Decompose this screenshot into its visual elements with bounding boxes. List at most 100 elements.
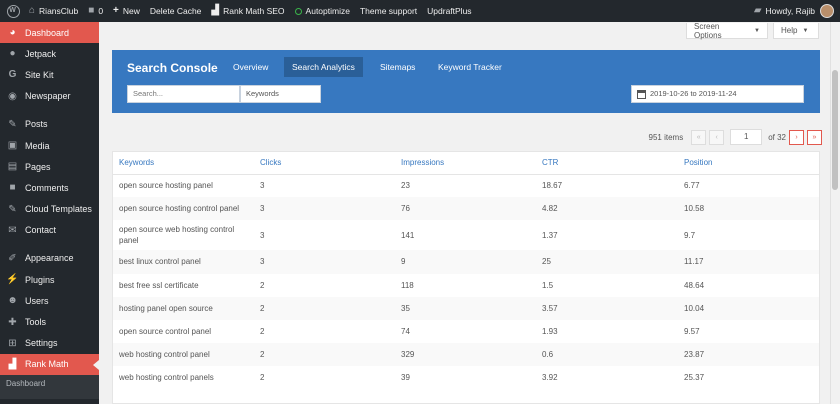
- theme-support-link[interactable]: Theme support: [355, 0, 422, 22]
- sidebar-item-pages[interactable]: ▤ Pages: [0, 156, 99, 177]
- table-row: best free ssl certificate 2 118 1.5 48.6…: [113, 274, 819, 297]
- clicks-cell: 3: [260, 181, 265, 191]
- scrollbar-thumb[interactable]: [832, 70, 838, 190]
- sidebar-item-cloud-templates[interactable]: ✎ Cloud Templates: [0, 199, 99, 220]
- impressions-cell: 329: [395, 343, 536, 367]
- search-console-header: Search Console Overview Search Analytics…: [112, 50, 820, 113]
- user-account-menu[interactable]: Howdy, Rajib: [766, 0, 840, 22]
- position-cell: 6.77: [684, 181, 700, 191]
- keyword-cell: hosting panel open source: [113, 296, 254, 320]
- notification-icon[interactable]: ▰: [750, 0, 766, 22]
- rank-math-seo-link[interactable]: ▟ Rank Math SEO: [206, 0, 289, 22]
- column-impressions[interactable]: Impressions: [395, 152, 536, 175]
- sidebar-submenu-dashboard[interactable]: Dashboard: [0, 375, 99, 399]
- impressions-cell: 23: [401, 181, 410, 191]
- keyword-cell: best free ssl certificate: [119, 280, 199, 290]
- ctr-cell: 1.5: [542, 280, 554, 290]
- sidebar-item-jetpack[interactable]: ● Jetpack: [0, 43, 99, 64]
- current-page-input[interactable]: 1: [730, 129, 763, 145]
- impressions-cell: 9: [395, 250, 536, 274]
- first-page-button[interactable]: «: [691, 129, 707, 145]
- admin-bar: ⌂RiansClub ■0 +New Delete Cache ▟Rank Ma…: [0, 0, 840, 22]
- keyword-cell: web hosting control panels: [119, 373, 214, 383]
- clicks-cell: 2: [254, 296, 395, 320]
- table-row: open source web hosting control panel 3 …: [113, 220, 819, 250]
- ctr-cell: 1.37: [542, 230, 558, 240]
- table-row: open source hosting control panel 3 76 4…: [113, 197, 819, 221]
- items-count: 951 items: [648, 132, 684, 142]
- ctr-cell: 18.67: [542, 181, 563, 191]
- impressions-cell: 76: [395, 197, 536, 221]
- site-name-link[interactable]: ⌂ RiansClub: [24, 0, 83, 22]
- page-title: Search Console: [127, 61, 218, 75]
- search-input[interactable]: Search...: [127, 85, 240, 103]
- tab-keyword-tracker[interactable]: Keyword Tracker: [430, 57, 510, 77]
- sidebar-item-newspaper[interactable]: ◉ Newspaper: [0, 86, 99, 107]
- updraftplus-link[interactable]: UpdraftPlus: [422, 0, 476, 22]
- sidebar-item-posts[interactable]: ✎ Posts: [0, 114, 99, 135]
- autoptimize-link[interactable]: Autoptimize: [290, 0, 355, 22]
- sidebar-item-plugins[interactable]: ⚡ Plugins: [0, 269, 99, 290]
- screen-options-button[interactable]: Screen Options ▼: [686, 22, 768, 40]
- column-position[interactable]: Position: [678, 152, 819, 175]
- delete-cache-link[interactable]: Delete Cache: [145, 0, 207, 22]
- comments-link[interactable]: ■ 0: [83, 0, 108, 22]
- jetpack-icon: ●: [9, 48, 16, 60]
- chart-icon: ▟: [8, 358, 17, 370]
- sidebar-item-settings[interactable]: ⊞ Settings: [0, 333, 99, 354]
- caret-down-icon: ▼: [754, 27, 760, 34]
- keywords-select[interactable]: Keywords: [240, 85, 321, 103]
- keyword-cell: open source web hosting control panel: [119, 225, 235, 246]
- impressions-cell: 141: [401, 230, 415, 240]
- ctr-cell: 4.82: [536, 197, 678, 221]
- ctr-cell: 3.57: [536, 296, 678, 320]
- sidebar-item-appearance[interactable]: ✐ Appearance: [0, 248, 99, 269]
- impressions-cell: 35: [395, 296, 536, 320]
- sidebar-item-comments[interactable]: ■ Comments: [0, 177, 99, 198]
- pages-icon: ▤: [7, 161, 18, 173]
- keyword-cell: open source hosting panel: [119, 181, 213, 191]
- admin-sidebar: ◕ Dashboard ● Jetpack G Site Kit ◉ Newspaper…: [0, 22, 99, 404]
- prev-page-button[interactable]: ‹: [709, 129, 725, 145]
- sidebar-item-rank-math[interactable]: ▟ Rank Math: [0, 353, 99, 375]
- keyword-cell: best linux control panel: [113, 250, 254, 274]
- column-keywords[interactable]: Keywords: [113, 152, 254, 175]
- table-row: open source hosting panel 3 23 18.67 6.7…: [113, 174, 819, 197]
- sidebar-item-tools[interactable]: ✚ Tools: [0, 311, 99, 332]
- sidebar-item-media[interactable]: ▣ Media: [0, 135, 99, 156]
- plus-icon: +: [113, 5, 119, 16]
- table-row: open source control panel 2 74 1.93 9.57: [113, 320, 819, 343]
- impressions-cell: 39: [401, 373, 410, 383]
- keyword-cell: web hosting control panel: [113, 343, 254, 367]
- help-button[interactable]: Help ▼: [773, 23, 819, 39]
- wordpress-logo-icon[interactable]: [2, 0, 24, 22]
- next-page-button[interactable]: ›: [789, 129, 804, 145]
- ctr-cell: 1.93: [542, 327, 558, 337]
- clicks-cell: 2: [254, 343, 395, 367]
- analytics-table: Keywords Clicks Impressions CTR Position…: [112, 151, 820, 404]
- last-page-button[interactable]: »: [807, 129, 822, 145]
- settings-icon: ⊞: [8, 337, 17, 349]
- column-clicks[interactable]: Clicks: [254, 152, 395, 175]
- column-ctr[interactable]: CTR: [536, 152, 678, 175]
- position-cell: 25.37: [684, 373, 705, 383]
- position-cell: 11.17: [678, 250, 819, 274]
- date-range-picker[interactable]: 2019-10-26 to 2019-11-24: [631, 85, 804, 103]
- users-icon: ☻: [7, 295, 18, 307]
- tab-sitemaps[interactable]: Sitemaps: [372, 57, 423, 77]
- keyword-cell: open source control panel: [119, 327, 212, 337]
- sidebar-item-contact[interactable]: ✉ Contact: [0, 220, 99, 241]
- sidebar-item-users[interactable]: ☻ Users: [0, 290, 99, 311]
- rank-math-icon: ▟: [211, 5, 220, 16]
- sidebar-item-site-kit[interactable]: G Site Kit: [0, 64, 99, 85]
- tab-overview[interactable]: Overview: [225, 57, 276, 77]
- position-cell: 9.57: [684, 327, 700, 337]
- calendar-icon: [637, 89, 646, 99]
- sidebar-item-dashboard[interactable]: ◕ Dashboard: [0, 22, 99, 44]
- pin-icon: ✎: [8, 203, 17, 215]
- impressions-cell: 118: [401, 280, 414, 290]
- new-content-link[interactable]: + New: [108, 0, 145, 22]
- tab-search-analytics[interactable]: Search Analytics: [284, 57, 363, 77]
- keyword-cell: open source hosting control panel: [113, 197, 254, 221]
- page-scrollbar[interactable]: [830, 22, 840, 404]
